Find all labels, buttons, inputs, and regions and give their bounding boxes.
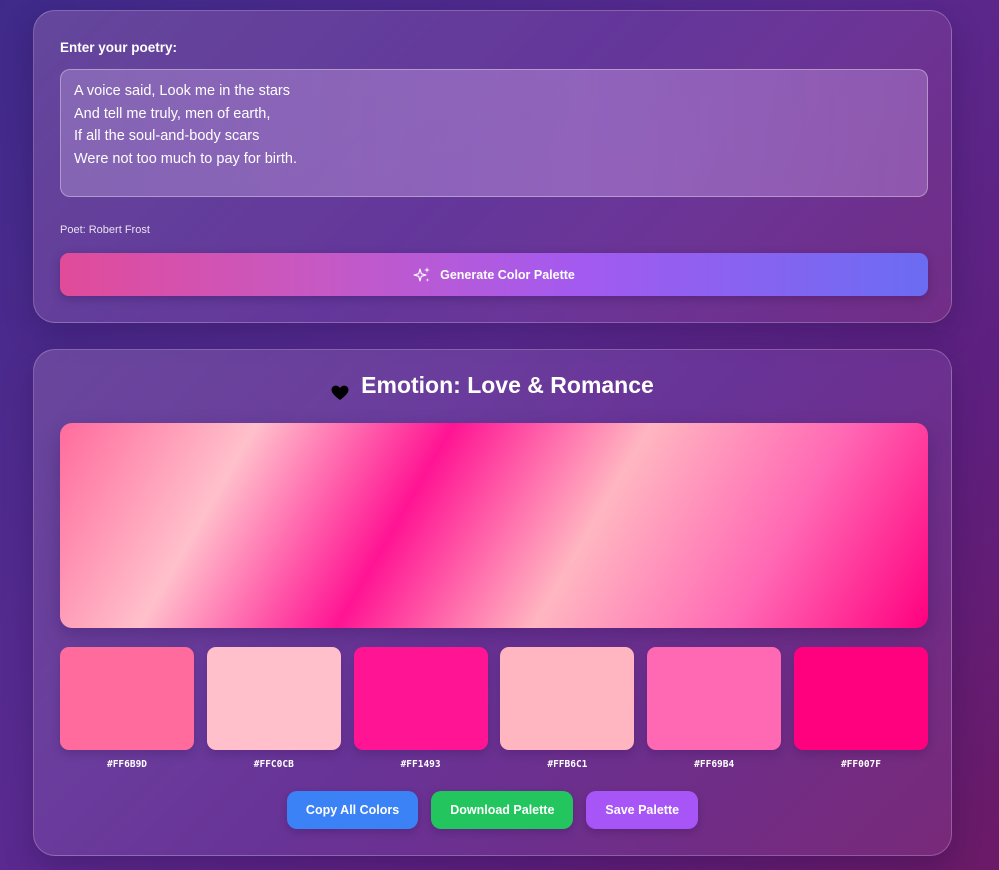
swatch-color-block[interactable] — [206, 647, 341, 750]
swatch-hex-code: #FFC0CB — [253, 759, 294, 770]
swatch-color-block[interactable] — [60, 647, 194, 750]
palette-gradient-preview — [60, 423, 928, 628]
swatch-hex-code: #FF1493 — [400, 759, 441, 770]
color-swatch: #FF69B4 — [647, 647, 782, 770]
color-swatch: #FFC0CB — [206, 647, 341, 770]
swatch-hex-code: #FF007F — [840, 759, 881, 770]
copy-all-colors-button[interactable]: Copy All Colors — [286, 791, 419, 829]
swatch-color-block[interactable] — [353, 647, 488, 750]
poem-line: Were not too much to pay for birth. — [74, 150, 297, 167]
swatch-color-block[interactable] — [647, 647, 782, 750]
poet-attribution: Poet: Robert Frost — [60, 224, 150, 236]
poem-line: A voice said, Look me in the stars — [74, 83, 290, 99]
poetry-label: Enter your poetry: — [60, 40, 178, 55]
emotion-heading: Emotion: Love & Romance — [34, 372, 951, 400]
color-swatch: #FFB6C1 — [500, 647, 635, 770]
poem-line: And tell me truly, men of earth, — [74, 105, 271, 122]
swatch-color-block[interactable] — [500, 647, 635, 750]
color-swatch: #FF1493 — [353, 647, 488, 770]
color-swatch: #FF007F — [793, 647, 928, 770]
palette-actions: Copy All Colors Download Palette Save Pale… — [34, 791, 951, 829]
generate-palette-button[interactable]: Generate Color Palette — [60, 253, 928, 296]
poetry-input-card: Enter your poetry: A voice said, Look me… — [33, 10, 952, 323]
swatch-color-block[interactable] — [793, 647, 928, 750]
swatch-hex-code: #FF69B4 — [694, 759, 735, 770]
poetry-textarea[interactable]: A voice said, Look me in the stars And t… — [60, 69, 928, 197]
swatch-hex-code: #FFB6C1 — [547, 759, 588, 770]
sparkles-icon — [413, 266, 431, 284]
color-swatch: #FF6B9D — [60, 647, 194, 770]
download-palette-button[interactable]: Download Palette — [431, 791, 574, 829]
swatch-hex-code: #FF6B9D — [106, 759, 148, 770]
heart-icon — [331, 380, 349, 400]
poem-line: If all the soul-and-body scars — [74, 128, 260, 144]
color-swatches: #FF6B9D #FFC0CB #FF1493 #FFB6C1 #FF69B4 #FF00… — [60, 647, 928, 770]
generate-palette-label: Generate Color Palette — [440, 267, 575, 282]
emotion-title: Emotion: Love & Romance — [361, 372, 654, 398]
palette-result-card: Emotion: Love & Romance #FF6B9D #FFC0CB #F… — [33, 349, 952, 856]
save-palette-button[interactable]: Save Palette — [586, 791, 699, 829]
